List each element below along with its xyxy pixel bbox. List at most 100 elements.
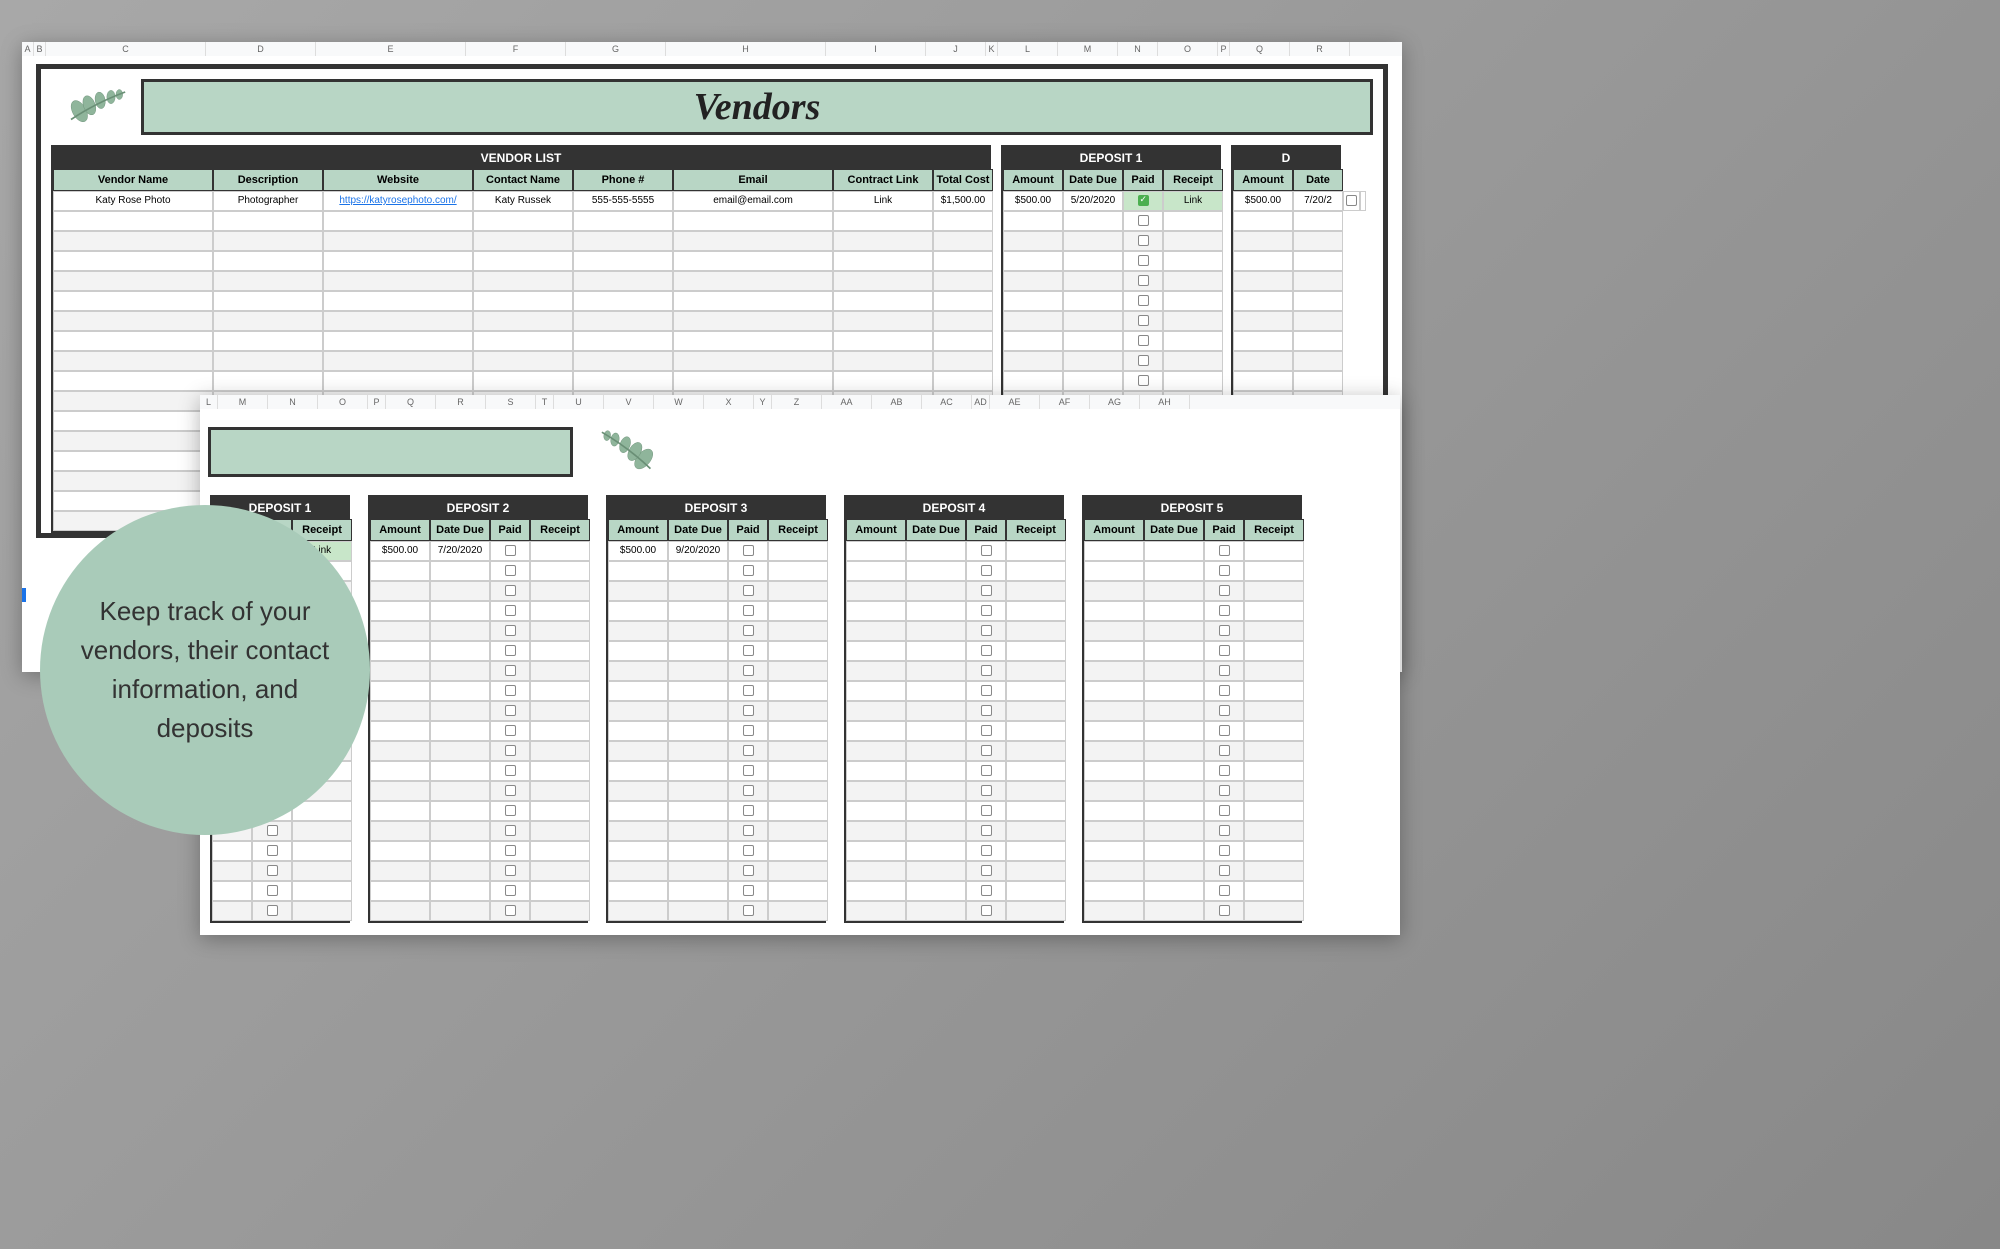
- cell[interactable]: [833, 351, 933, 371]
- cell[interactable]: [1123, 331, 1163, 351]
- cell[interactable]: [728, 781, 768, 801]
- cell[interactable]: [1123, 271, 1163, 291]
- cell[interactable]: [933, 271, 993, 291]
- cell[interactable]: [673, 271, 833, 291]
- cell[interactable]: [728, 641, 768, 661]
- paid-checkbox[interactable]: [743, 905, 754, 916]
- cell[interactable]: [668, 601, 728, 621]
- cell[interactable]: [906, 841, 966, 861]
- cell[interactable]: [768, 841, 828, 861]
- cell[interactable]: [1144, 641, 1204, 661]
- cell[interactable]: [966, 681, 1006, 701]
- cell[interactable]: [430, 681, 490, 701]
- cell[interactable]: [768, 661, 828, 681]
- cell[interactable]: [668, 761, 728, 781]
- cell[interactable]: [1293, 351, 1343, 371]
- cell[interactable]: [906, 881, 966, 901]
- column-header[interactable]: Contract Link: [833, 169, 933, 191]
- cell[interactable]: [430, 741, 490, 761]
- cell[interactable]: [1123, 211, 1163, 231]
- cell[interactable]: [1244, 881, 1304, 901]
- cell[interactable]: [768, 801, 828, 821]
- cell[interactable]: [1084, 881, 1144, 901]
- cell[interactable]: [906, 721, 966, 741]
- cell[interactable]: [53, 411, 213, 431]
- cell[interactable]: [213, 251, 323, 271]
- cell[interactable]: [846, 641, 906, 661]
- cell[interactable]: [573, 331, 673, 351]
- cell[interactable]: [668, 701, 728, 721]
- cell[interactable]: [430, 701, 490, 721]
- cell[interactable]: 7/20/2: [1293, 191, 1343, 211]
- cell[interactable]: [1144, 741, 1204, 761]
- cell[interactable]: [1084, 601, 1144, 621]
- paid-checkbox[interactable]: [505, 665, 516, 676]
- cell[interactable]: [1244, 681, 1304, 701]
- cell[interactable]: [573, 211, 673, 231]
- cell[interactable]: [933, 231, 993, 251]
- paid-checkbox[interactable]: [505, 825, 516, 836]
- paid-checkbox[interactable]: [505, 805, 516, 816]
- cell[interactable]: [1123, 291, 1163, 311]
- cell[interactable]: [768, 561, 828, 581]
- cell[interactable]: [323, 351, 473, 371]
- cell[interactable]: [323, 231, 473, 251]
- paid-checkbox[interactable]: [981, 685, 992, 696]
- cell[interactable]: [728, 741, 768, 761]
- cell[interactable]: [1123, 351, 1163, 371]
- col-header[interactable]: AB: [872, 395, 922, 409]
- paid-checkbox[interactable]: [981, 785, 992, 796]
- cell[interactable]: [608, 621, 668, 641]
- paid-checkbox[interactable]: [1219, 785, 1230, 796]
- cell[interactable]: [53, 371, 213, 391]
- cell[interactable]: [213, 371, 323, 391]
- col-header[interactable]: AH: [1140, 395, 1190, 409]
- cell[interactable]: [1244, 561, 1304, 581]
- cell[interactable]: [530, 541, 590, 561]
- cell[interactable]: [370, 721, 430, 741]
- cell[interactable]: [1293, 231, 1343, 251]
- cell[interactable]: [768, 901, 828, 921]
- cell[interactable]: [490, 581, 530, 601]
- cell[interactable]: [53, 431, 213, 451]
- cell[interactable]: 9/20/2020: [668, 541, 728, 561]
- cell[interactable]: [1063, 231, 1123, 251]
- cell[interactable]: [673, 351, 833, 371]
- cell[interactable]: [1006, 641, 1066, 661]
- cell[interactable]: [906, 761, 966, 781]
- cell[interactable]: [430, 661, 490, 681]
- cell[interactable]: [1204, 881, 1244, 901]
- cell[interactable]: [490, 701, 530, 721]
- cell[interactable]: [530, 781, 590, 801]
- cell[interactable]: [728, 661, 768, 681]
- col-header[interactable]: AG: [1090, 395, 1140, 409]
- cell[interactable]: [490, 541, 530, 561]
- cell[interactable]: [1123, 191, 1163, 211]
- cell[interactable]: [728, 761, 768, 781]
- cell[interactable]: [1006, 841, 1066, 861]
- cell[interactable]: [1163, 351, 1223, 371]
- paid-checkbox[interactable]: [743, 785, 754, 796]
- cell[interactable]: [846, 721, 906, 741]
- paid-checkbox[interactable]: [1138, 195, 1149, 206]
- paid-checkbox[interactable]: [743, 645, 754, 656]
- paid-checkbox[interactable]: [1138, 375, 1149, 386]
- cell[interactable]: [846, 781, 906, 801]
- cell[interactable]: [728, 881, 768, 901]
- cell[interactable]: [608, 601, 668, 621]
- column-header[interactable]: Date: [1293, 169, 1343, 191]
- column-header[interactable]: Receipt: [1163, 169, 1223, 191]
- paid-checkbox[interactable]: [267, 905, 278, 916]
- cell[interactable]: $500.00: [1003, 191, 1063, 211]
- cell[interactable]: [668, 841, 728, 861]
- cell[interactable]: [1244, 641, 1304, 661]
- column-header[interactable]: Receipt: [1244, 519, 1304, 541]
- cell[interactable]: [933, 331, 993, 351]
- paid-checkbox[interactable]: [743, 605, 754, 616]
- cell[interactable]: [530, 721, 590, 741]
- cell[interactable]: [728, 681, 768, 701]
- cell[interactable]: [1204, 841, 1244, 861]
- cell[interactable]: [1144, 681, 1204, 701]
- cell[interactable]: [833, 331, 933, 351]
- paid-checkbox[interactable]: [743, 825, 754, 836]
